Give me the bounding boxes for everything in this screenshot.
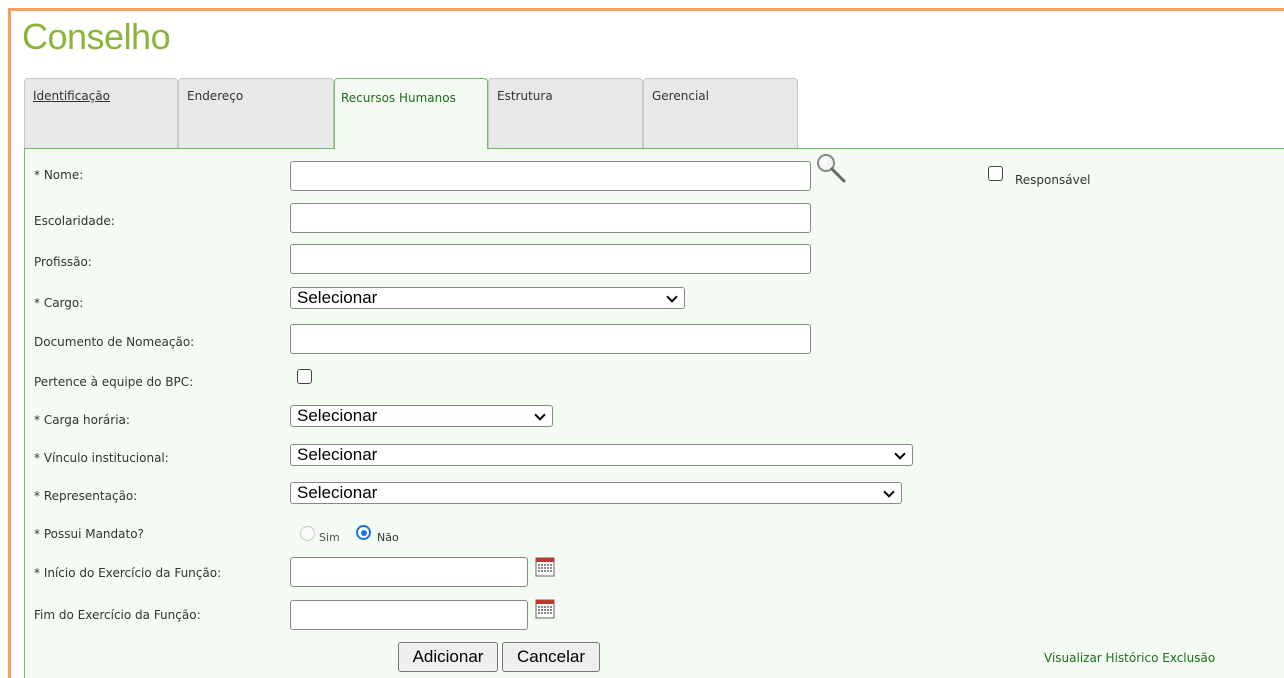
carga-label: * Carga horária: <box>34 413 130 427</box>
tab-recursos-humanos[interactable]: Recursos Humanos <box>334 78 488 149</box>
vinculo-label: * Vínculo institucional: <box>34 451 169 465</box>
tab-label: Estrutura <box>497 89 553 103</box>
carga-select[interactable]: Selecionar <box>290 405 553 427</box>
tab-estrutura[interactable]: Estrutura <box>488 78 643 148</box>
cancelar-button[interactable]: Cancelar <box>502 642 600 672</box>
nome-label: * Nome: <box>34 168 84 182</box>
representacao-label: * Representação: <box>34 489 138 503</box>
tab-label: Recursos Humanos <box>341 91 456 105</box>
vinculo-selected: Selecionar <box>297 445 378 464</box>
mandato-sim-label: Sim <box>319 531 340 544</box>
responsavel-label: Responsável <box>1015 173 1091 187</box>
profissao-input[interactable] <box>290 244 811 274</box>
tab-label: Gerencial <box>652 89 709 103</box>
responsavel-checkbox[interactable] <box>988 166 1003 181</box>
fim-input[interactable] <box>290 600 528 630</box>
mandato-sim-radio[interactable] <box>300 526 315 541</box>
calendar-icon[interactable] <box>535 599 555 619</box>
tab-gerencial[interactable]: Gerencial <box>643 78 798 148</box>
escolaridade-label: Escolaridade: <box>34 214 115 228</box>
inicio-label: * Início do Exercício da Função: <box>34 566 222 580</box>
tab-identificacao[interactable]: Identificação <box>24 78 178 148</box>
inicio-input[interactable] <box>290 557 528 587</box>
tab-endereco[interactable]: Endereço <box>178 78 334 148</box>
chevron-down-icon <box>530 406 552 426</box>
fim-label: Fim do Exercício da Função: <box>34 608 201 622</box>
chevron-down-icon <box>662 288 684 308</box>
cargo-label: * Cargo: <box>34 296 84 310</box>
bpc-checkbox[interactable] <box>297 369 312 384</box>
documento-input[interactable] <box>290 324 811 354</box>
mandato-nao-label: Não <box>377 531 399 544</box>
escolaridade-input[interactable] <box>290 203 811 233</box>
historico-link[interactable]: Visualizar Histórico Exclusão <box>1044 651 1215 665</box>
chevron-down-icon <box>890 445 912 465</box>
carga-selected: Selecionar <box>297 406 378 425</box>
mandato-nao-radio[interactable] <box>356 525 371 540</box>
magnifier-icon[interactable] <box>815 152 847 184</box>
cargo-selected: Selecionar <box>297 288 378 307</box>
nome-input[interactable] <box>290 161 811 191</box>
bpc-label: Pertence à equipe do BPC: <box>34 375 194 389</box>
adicionar-button[interactable]: Adicionar <box>398 642 498 672</box>
representacao-select[interactable]: Selecionar <box>290 482 902 504</box>
calendar-icon[interactable] <box>535 557 555 577</box>
chevron-down-icon <box>879 483 901 503</box>
documento-label: Documento de Nomeação: <box>34 335 195 349</box>
cargo-select[interactable]: Selecionar <box>290 287 685 309</box>
representacao-selected: Selecionar <box>297 483 378 502</box>
tab-label: Endereço <box>187 89 244 103</box>
vinculo-select[interactable]: Selecionar <box>290 444 913 466</box>
tab-label: Identificação <box>33 89 110 103</box>
page-title: Conselho <box>22 16 171 57</box>
profissao-label: Profissão: <box>34 255 92 269</box>
mandato-label: * Possui Mandato? <box>34 527 144 541</box>
